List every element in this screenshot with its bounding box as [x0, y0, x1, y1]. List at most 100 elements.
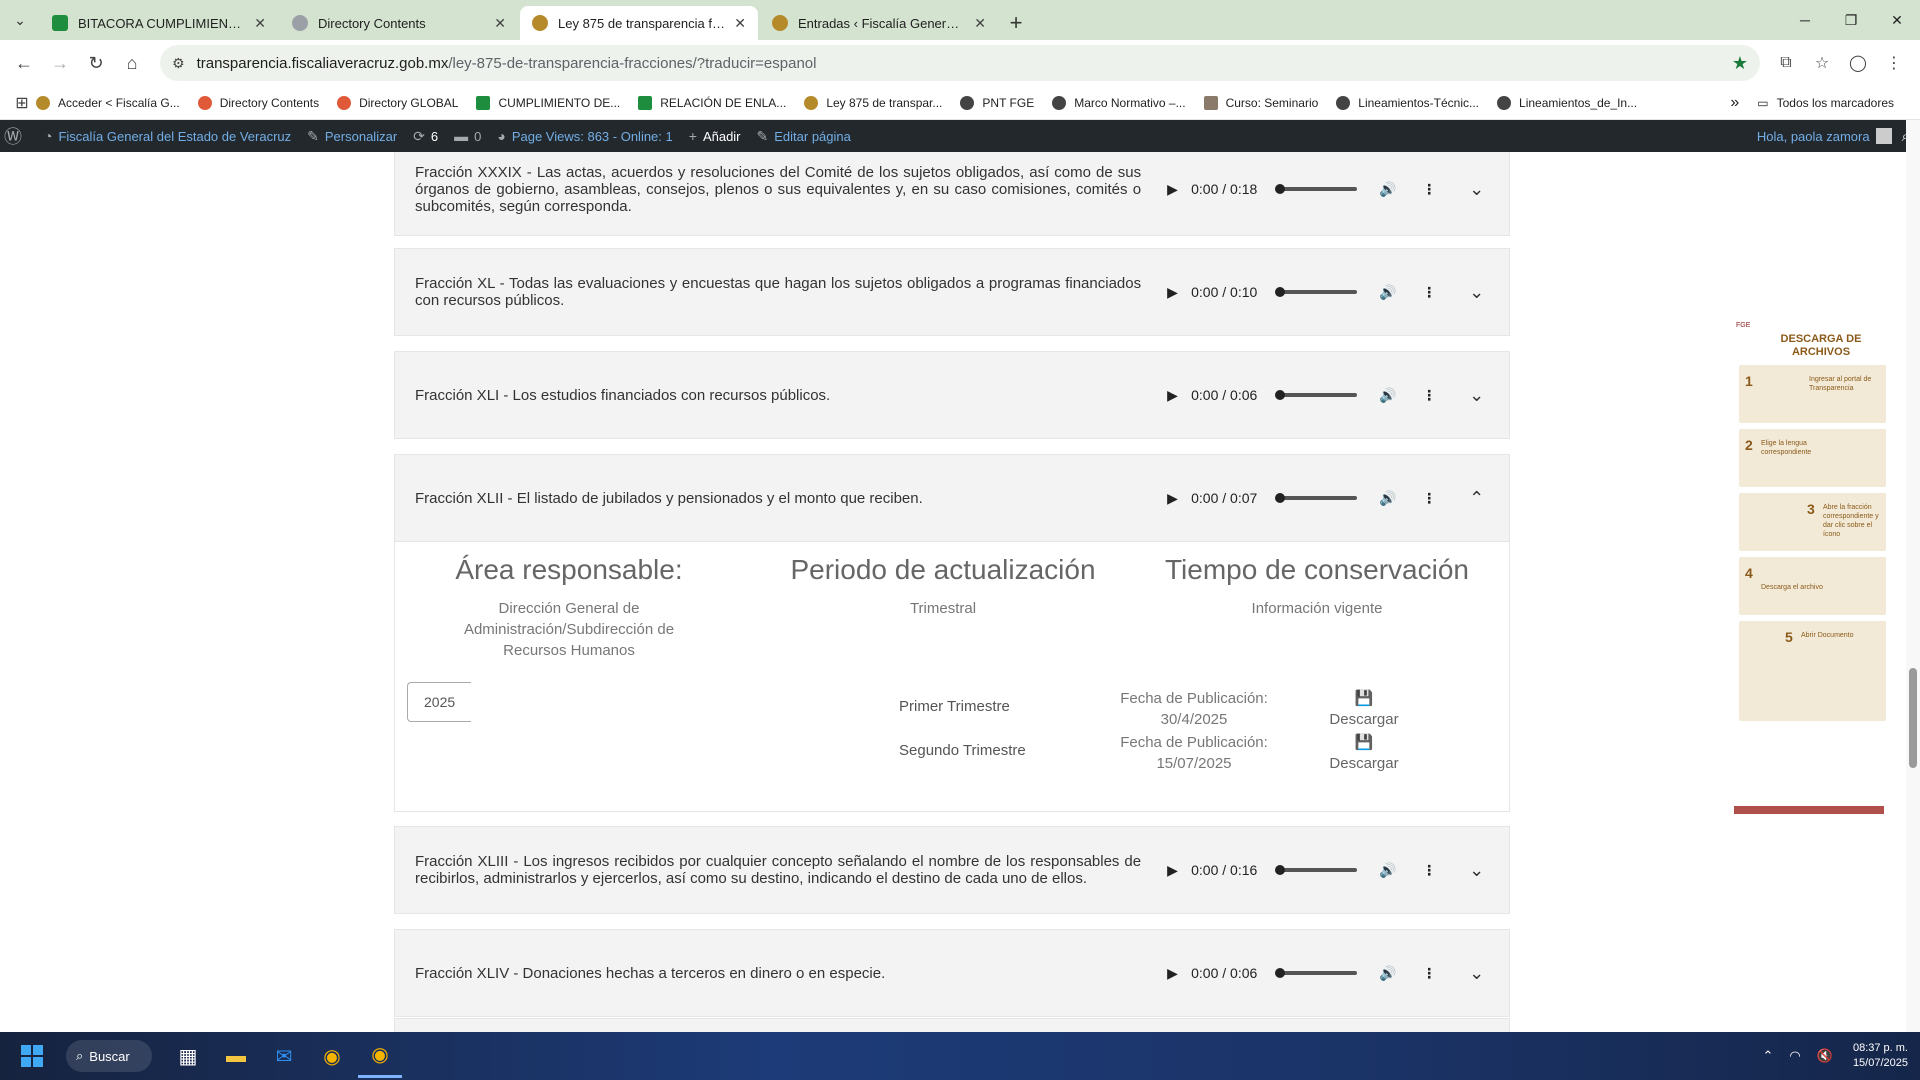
bookmarks-icon[interactable]: ☆: [1804, 47, 1840, 79]
wordpress-logo-icon[interactable]: Ⓦ: [4, 123, 28, 149]
browser-tab-active[interactable]: Ley 875 de transparencia fracci ✕: [520, 6, 758, 40]
play-icon[interactable]: ▶: [1167, 284, 1183, 301]
reload-icon[interactable]: ↻: [80, 47, 112, 79]
address-bar[interactable]: ⚙ transparencia.fiscaliaveracruz.gob.mx/…: [160, 45, 1760, 81]
audio-player[interactable]: ▶ 0:00 / 0:18 🔊 ⋮: [1167, 181, 1441, 198]
volume-icon[interactable]: 🔊: [1379, 181, 1403, 198]
accordion-item[interactable]: Fracción XLIII - Los ingresos recibidos …: [394, 826, 1510, 914]
audio-player[interactable]: ▶ 0:00 / 0:06 🔊 ⋮: [1167, 965, 1441, 982]
bookmark-item[interactable]: RELACIÓN DE ENLA...: [638, 95, 786, 110]
wp-site-link[interactable]: ◔ Fiscalía General del Estado de Veracruz: [44, 128, 291, 144]
audio-progress[interactable]: [1275, 390, 1358, 400]
audio-player[interactable]: ▶ 0:00 / 0:07 🔊 ⋮: [1167, 490, 1441, 507]
new-tab-button[interactable]: +: [1000, 6, 1032, 40]
wp-add-new[interactable]: + Añadir: [689, 128, 741, 144]
show-hidden-icons-icon[interactable]: ⌃: [1763, 1048, 1774, 1064]
page-scrollbar[interactable]: [1906, 120, 1920, 1032]
more-options-icon[interactable]: ⋮: [1417, 965, 1441, 982]
forward-icon[interactable]: →: [44, 47, 76, 79]
accordion-item[interactable]: Fracción XLI - Los estudios financiados …: [394, 351, 1510, 439]
play-icon[interactable]: ▶: [1167, 490, 1183, 507]
more-options-icon[interactable]: ⋮: [1417, 862, 1441, 879]
wp-edit-page[interactable]: ✎ Editar página: [757, 128, 851, 145]
chrome-profile-icon[interactable]: ◉: [358, 1034, 402, 1078]
play-icon[interactable]: ▶: [1167, 965, 1183, 982]
bookmark-item[interactable]: CUMPLIMIENTO DE...: [476, 95, 620, 110]
audio-progress[interactable]: [1275, 184, 1358, 194]
play-icon[interactable]: ▶: [1167, 181, 1183, 198]
browser-tab[interactable]: BITACORA CUMPLIMIENTO DE ✕: [40, 6, 278, 40]
wp-customize-link[interactable]: ✎ Personalizar: [307, 128, 397, 145]
tab-search-dropdown[interactable]: ⌄: [0, 0, 40, 40]
bookmark-item[interactable]: Marco Normativo –...: [1052, 95, 1186, 110]
site-info-icon[interactable]: ⚙: [172, 55, 185, 72]
accordion-item[interactable]: [394, 1018, 1510, 1032]
audio-player[interactable]: ▶ 0:00 / 0:16 🔊 ⋮: [1167, 862, 1441, 879]
close-window-icon[interactable]: ✕: [1874, 0, 1920, 40]
more-bookmarks-icon[interactable]: »: [1730, 94, 1739, 112]
restore-icon[interactable]: ❐: [1828, 0, 1874, 40]
more-options-icon[interactable]: ⋮: [1417, 284, 1441, 301]
close-tab-icon[interactable]: ✕: [734, 15, 746, 32]
bookmark-item[interactable]: Curso: Seminario: [1203, 95, 1318, 110]
back-icon[interactable]: ←: [8, 47, 40, 79]
close-tab-icon[interactable]: ✕: [974, 15, 986, 32]
bookmark-item[interactable]: Lineamientos-Técnic...: [1336, 95, 1479, 110]
chevron-down-icon[interactable]: ⌄: [1469, 282, 1489, 303]
chrome-menu-icon[interactable]: ⋮: [1876, 47, 1912, 79]
avatar[interactable]: [1875, 128, 1892, 144]
chevron-down-icon[interactable]: ⌄: [1469, 860, 1489, 881]
audio-progress[interactable]: [1275, 865, 1358, 875]
accordion-item[interactable]: Fracción XL - Todas las evaluaciones y e…: [394, 248, 1510, 336]
play-icon[interactable]: ▶: [1167, 862, 1183, 879]
download-button[interactable]: 💾 Descargar: [1289, 688, 1439, 730]
taskbar-search[interactable]: ⌕ Buscar: [66, 1040, 152, 1072]
bookmark-item[interactable]: Directory GLOBAL: [337, 95, 458, 110]
accordion-item-expanded[interactable]: Fracción XLII - El listado de jubilados …: [394, 454, 1510, 812]
audio-progress[interactable]: [1275, 493, 1358, 503]
audio-progress[interactable]: [1275, 968, 1358, 978]
apps-grid-icon[interactable]: ⊞: [8, 87, 36, 119]
play-icon[interactable]: ▶: [1167, 387, 1183, 404]
volume-icon[interactable]: 🔊: [1379, 387, 1403, 404]
more-options-icon[interactable]: ⋮: [1417, 181, 1441, 198]
wp-updates-link[interactable]: ⟳ 6: [413, 128, 438, 145]
browser-tab[interactable]: Directory Contents ✕: [280, 6, 518, 40]
start-button[interactable]: [8, 1032, 56, 1080]
profile-icon[interactable]: ◯: [1840, 47, 1876, 79]
minimize-icon[interactable]: ─: [1782, 0, 1828, 40]
more-options-icon[interactable]: ⋮: [1417, 490, 1441, 507]
wifi-icon[interactable]: ◠: [1789, 1048, 1800, 1064]
chrome-icon[interactable]: ◉: [310, 1034, 354, 1078]
chevron-down-icon[interactable]: ⌄: [1469, 385, 1489, 406]
wp-account-greeting[interactable]: Hola, paola zamora: [1757, 129, 1870, 144]
volume-icon[interactable]: 🔊: [1379, 490, 1403, 507]
bookmark-item[interactable]: PNT FGE: [960, 95, 1034, 110]
volume-icon[interactable]: 🔊: [1379, 965, 1403, 982]
more-options-icon[interactable]: ⋮: [1417, 387, 1441, 404]
volume-icon[interactable]: 🔊: [1379, 284, 1403, 301]
bookmark-item[interactable]: Acceder < Fiscalía G...: [36, 95, 180, 110]
speaker-muted-icon[interactable]: 🔇: [1817, 1048, 1833, 1064]
chevron-down-icon[interactable]: ⌄: [1469, 963, 1489, 984]
bookmark-item[interactable]: Lineamientos_de_In...: [1497, 95, 1637, 110]
clock[interactable]: 08:37 p. m. 15/07/2025: [1853, 1041, 1908, 1071]
bookmark-item[interactable]: Ley 875 de transpar...: [804, 95, 942, 110]
download-guide-infographic[interactable]: FGE DESCARGA DE ARCHIVOS 1 Ingresar al po…: [1736, 322, 1886, 721]
close-tab-icon[interactable]: ✕: [254, 15, 266, 32]
audio-player[interactable]: ▶ 0:00 / 0:06 🔊 ⋮: [1167, 387, 1441, 404]
outlook-icon[interactable]: ✉: [262, 1034, 306, 1078]
extensions-icon[interactable]: ⧉: [1768, 47, 1804, 79]
scrollbar-thumb[interactable]: [1909, 668, 1917, 768]
year-selector[interactable]: 2025: [407, 682, 471, 722]
chevron-down-icon[interactable]: ⌄: [1469, 179, 1489, 200]
chevron-up-icon[interactable]: ⌃: [1469, 488, 1489, 509]
audio-progress[interactable]: [1275, 287, 1358, 297]
wp-comments-link[interactable]: ▬ 0: [454, 128, 481, 144]
audio-player[interactable]: ▶ 0:00 / 0:10 🔊 ⋮: [1167, 284, 1441, 301]
accordion-item[interactable]: Fracción XLIV - Donaciones hechas a terc…: [394, 929, 1510, 1017]
home-icon[interactable]: ⌂: [116, 47, 148, 79]
file-explorer-icon[interactable]: ▬: [214, 1034, 258, 1078]
calculator-icon[interactable]: ▦: [166, 1034, 210, 1078]
bookmark-star-icon[interactable]: ★: [1732, 53, 1748, 74]
